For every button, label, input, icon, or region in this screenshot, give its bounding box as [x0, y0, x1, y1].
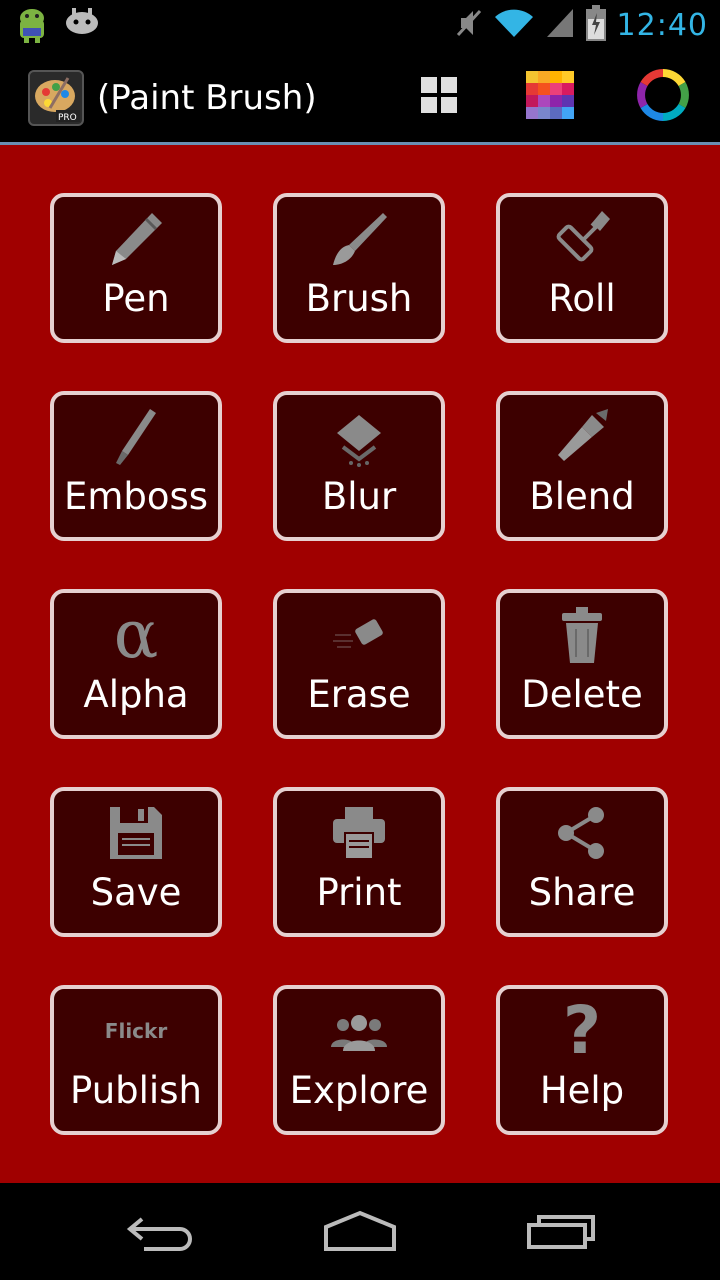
explore-button[interactable]: Explore: [273, 985, 445, 1135]
question-glyph: ?: [562, 992, 602, 1069]
roller-icon: [550, 207, 614, 271]
app-badge: PRO: [58, 113, 77, 123]
wifi-icon: [493, 7, 535, 43]
tool-label: Blur: [321, 475, 397, 518]
tool-label: Pen: [102, 277, 170, 320]
floppy-disk-icon: [104, 801, 168, 865]
battery-icon: [585, 5, 607, 45]
tool-grid: Pen Brush Roll Emboss Blur Blend α Alpha…: [0, 145, 720, 1183]
game-controller-icon: [64, 6, 100, 48]
tool-label: Alpha: [83, 673, 189, 716]
brush-button[interactable]: Brush: [273, 193, 445, 343]
tool-label: Print: [316, 871, 402, 914]
signal-icon: [545, 7, 575, 43]
blend-button[interactable]: Blend: [496, 391, 668, 541]
printer-icon: [327, 801, 391, 865]
flickr-icon: Flickr: [104, 999, 168, 1063]
grid-view-icon: [419, 75, 459, 119]
app-title: (Paint Brush): [97, 78, 317, 118]
alpha-icon: α: [104, 596, 168, 673]
share-button[interactable]: Share: [496, 787, 668, 937]
print-button[interactable]: Print: [273, 787, 445, 937]
color-wheel-button[interactable]: [634, 68, 692, 126]
action-bar: PRO (Paint Brush): [0, 50, 720, 145]
alpha-button[interactable]: α Alpha: [50, 589, 222, 739]
alpha-glyph: α: [113, 596, 159, 673]
share-icon: [550, 801, 614, 865]
navigation-bar: [0, 1183, 720, 1280]
pen-icon: [104, 207, 168, 271]
brush-icon: [327, 207, 391, 271]
tool-label: Share: [528, 871, 636, 914]
question-icon: ?: [550, 992, 614, 1069]
help-button[interactable]: ? Help: [496, 985, 668, 1135]
tool-label: Erase: [307, 673, 411, 716]
color-palette-icon: [526, 71, 576, 123]
knife-icon: [104, 405, 168, 469]
clock: 12:40: [616, 7, 708, 43]
tool-label: Publish: [70, 1069, 202, 1112]
recent-apps-icon: [525, 1211, 597, 1255]
tool-label: Roll: [548, 277, 616, 320]
blend-brush-icon: [550, 405, 614, 469]
tool-label: Explore: [289, 1069, 429, 1112]
people-icon: [327, 999, 391, 1063]
pen-button[interactable]: Pen: [50, 193, 222, 343]
tool-label: Blend: [529, 475, 635, 518]
eraser-icon: [327, 603, 391, 667]
tool-label: Emboss: [63, 475, 209, 518]
trash-icon: [550, 603, 614, 667]
erase-button[interactable]: Erase: [273, 589, 445, 739]
android-icon: [14, 6, 50, 48]
back-icon: [124, 1211, 194, 1255]
emboss-button[interactable]: Emboss: [50, 391, 222, 541]
roll-button[interactable]: Roll: [496, 193, 668, 343]
save-button[interactable]: Save: [50, 787, 222, 937]
blur-icon: [327, 405, 391, 469]
blur-button[interactable]: Blur: [273, 391, 445, 541]
grid-view-button[interactable]: [410, 68, 468, 126]
back-button[interactable]: [114, 1205, 204, 1261]
tool-label: Help: [539, 1069, 625, 1112]
mute-icon: [455, 7, 483, 43]
home-button[interactable]: [315, 1205, 405, 1261]
flickr-glyph: Flickr: [104, 1019, 168, 1043]
home-icon: [322, 1209, 398, 1257]
color-wheel-icon: [637, 69, 689, 125]
color-palette-button[interactable]: [522, 68, 580, 126]
tool-label: Brush: [305, 277, 413, 320]
tool-label: Delete: [521, 673, 643, 716]
delete-button[interactable]: Delete: [496, 589, 668, 739]
recent-apps-button[interactable]: [516, 1205, 606, 1261]
tool-label: Save: [90, 871, 182, 914]
publish-button[interactable]: Flickr Publish: [50, 985, 222, 1135]
app-icon[interactable]: PRO: [28, 70, 84, 126]
status-bar: 12:40: [0, 0, 720, 50]
